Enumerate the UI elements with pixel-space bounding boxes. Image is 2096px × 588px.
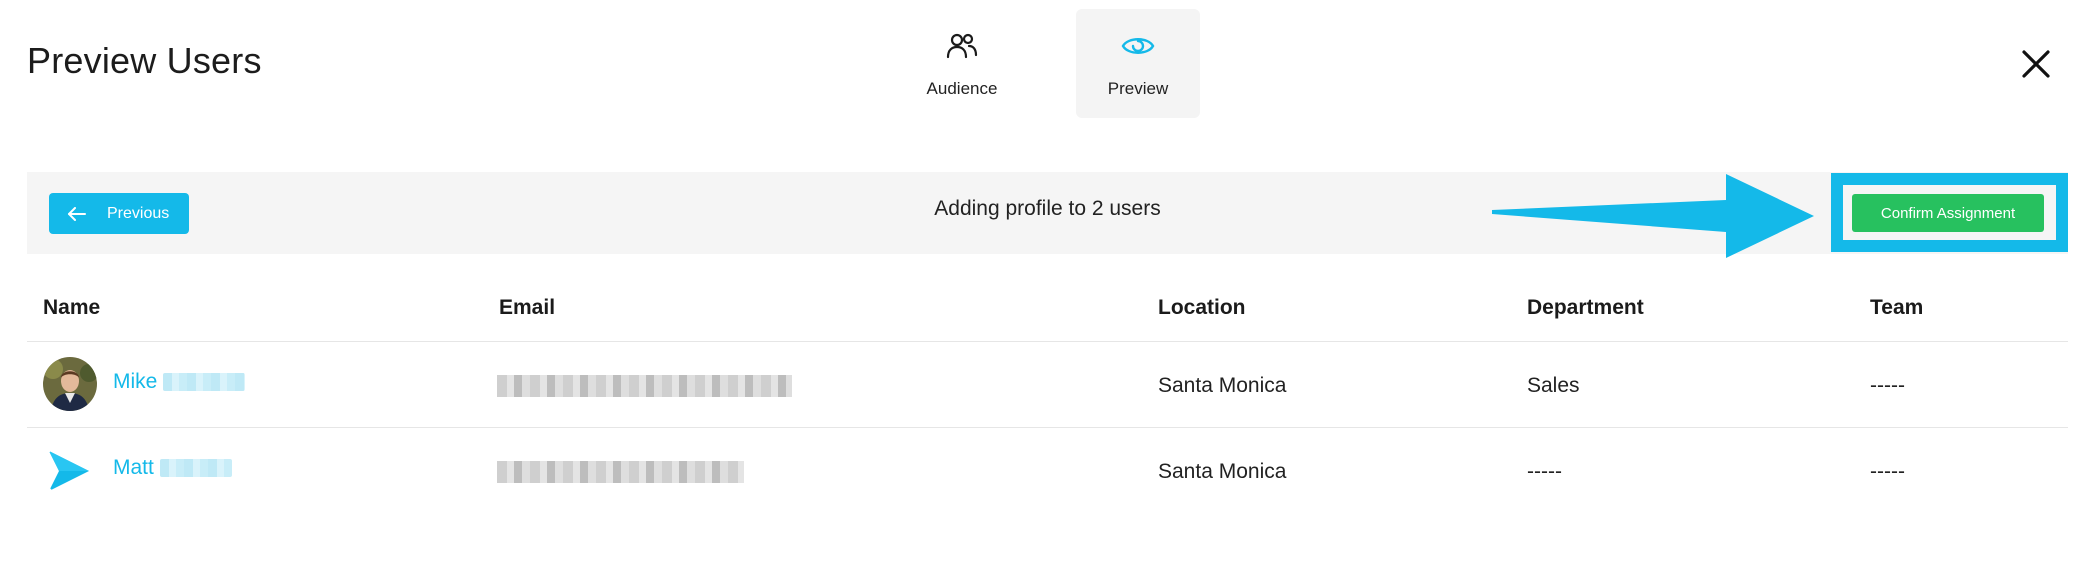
confirm-assignment-button[interactable]: Confirm Assignment bbox=[1852, 194, 2044, 232]
team-cell: ----- bbox=[1870, 374, 1905, 397]
department-cell: ----- bbox=[1527, 460, 1562, 483]
user-name-link[interactable]: Mike bbox=[113, 370, 246, 394]
tab-audience-label: Audience bbox=[926, 79, 998, 98]
eye-icon bbox=[1121, 29, 1155, 63]
location-cell: Santa Monica bbox=[1158, 374, 1287, 397]
tab-preview-label: Preview bbox=[1107, 79, 1169, 98]
user-name-link[interactable]: Matt bbox=[113, 456, 232, 480]
confirm-highlight-frame: Confirm Assignment bbox=[1831, 173, 2068, 252]
users-table: Name Email Location Department Team Mike… bbox=[27, 276, 2068, 514]
department-cell: Sales bbox=[1527, 374, 1580, 397]
redacted-last-name bbox=[159, 459, 232, 478]
table-row[interactable]: Mike Santa Monica Sales ----- bbox=[27, 342, 2068, 428]
column-team[interactable]: Team bbox=[1870, 296, 1923, 320]
user-first-name: Matt bbox=[113, 456, 154, 479]
tab-preview[interactable]: Preview bbox=[1076, 9, 1200, 118]
close-icon bbox=[2022, 50, 2050, 78]
page-title: Preview Users bbox=[27, 40, 262, 81]
table-row[interactable]: Matt Santa Monica ----- ----- bbox=[27, 428, 2068, 514]
avatar bbox=[43, 443, 97, 497]
redacted-email bbox=[497, 375, 792, 397]
step-tabs: Audience Preview bbox=[900, 9, 1200, 118]
redacted-email bbox=[497, 461, 744, 483]
annotation-arrow bbox=[1492, 174, 1814, 258]
avatar bbox=[43, 357, 97, 411]
user-first-name: Mike bbox=[113, 370, 158, 393]
column-name[interactable]: Name bbox=[43, 296, 100, 320]
users-icon bbox=[945, 29, 979, 63]
close-button[interactable] bbox=[2016, 44, 2056, 84]
table-header: Name Email Location Department Team bbox=[27, 276, 2068, 342]
location-cell: Santa Monica bbox=[1158, 460, 1287, 483]
column-department[interactable]: Department bbox=[1527, 296, 1644, 320]
column-location[interactable]: Location bbox=[1158, 296, 1246, 320]
team-cell: ----- bbox=[1870, 460, 1905, 483]
tab-audience[interactable]: Audience bbox=[900, 9, 1024, 118]
redacted-last-name bbox=[163, 373, 246, 392]
column-email[interactable]: Email bbox=[499, 296, 555, 320]
